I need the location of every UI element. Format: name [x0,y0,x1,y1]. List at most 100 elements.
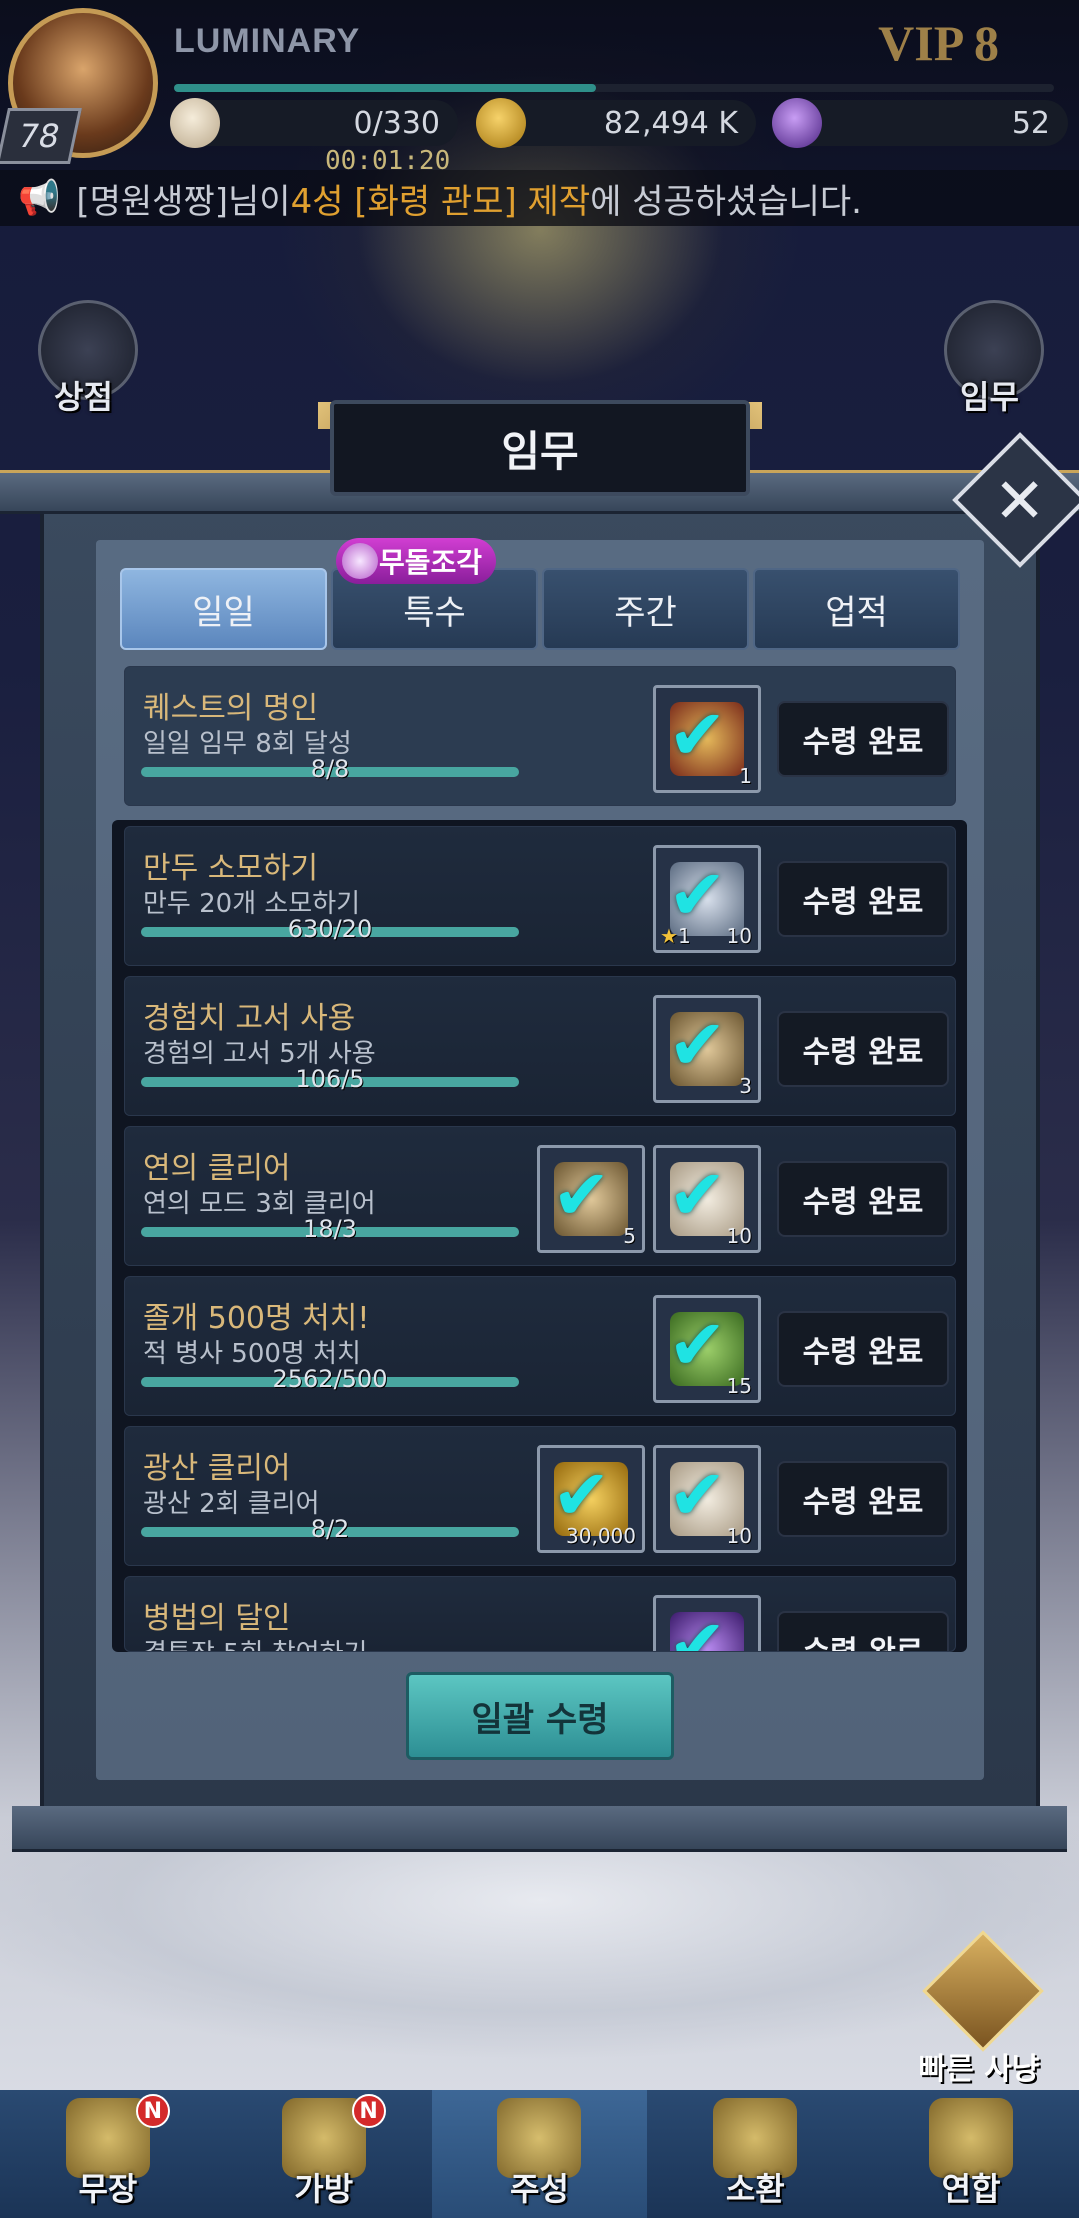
eye-orb-icon [342,543,378,579]
check-icon: ✔ [668,694,727,776]
tab-daily[interactable]: 일일 [120,568,327,650]
quest-progress-text: 2562/500 [272,1365,388,1393]
bulk-claim-button[interactable]: 일괄 수령 [406,1672,674,1760]
gold-value: 82,494 K [603,105,738,141]
nav-general[interactable]: N 무장 [0,2090,216,2218]
tab-weekly[interactable]: 주간 [542,568,749,650]
dumpling-icon [170,98,220,148]
tab-badge: 무돌조각 [336,538,496,584]
quick-hunt-label: 빠른 사냥 [918,2052,1040,2087]
nav-label: 소환 [725,2170,785,2208]
gem-icon [772,98,822,148]
reward-quantity: 30,000 [566,1524,636,1548]
quest-title: 연의 클리어 [143,1151,291,1186]
reward-quantity: 10 [726,1224,752,1248]
quick-hunt-button[interactable]: 빠른 사냥 [904,1930,1054,2090]
reward-quantity: 1 [739,764,752,788]
reward-slot[interactable]: ✔ 3 [653,995,761,1103]
mission-side-label: 임무 [960,378,1019,416]
reward-quantity: 3 [739,1074,752,1098]
stamina-value: 0/330 [353,105,440,141]
reward-quantity: 10 [726,924,752,948]
bottom-nav: N 무장 N 가방 주성 소환 연합 [0,2090,1079,2218]
level-text: 78 [14,117,64,155]
check-icon: ✔ [668,1604,727,1652]
vip-badge[interactable]: VIP 8 [878,14,999,72]
close-icon: ✕ [994,463,1046,537]
quest-row: 경험치 고서 사용 경험의 고서 5개 사용 106/5 수령 완료 ✔ 3 [124,976,956,1116]
nav-label: 주성 [510,2170,569,2208]
claim-button[interactable]: 수령 완료 [777,1461,949,1537]
player-name: LUMINARY [174,22,361,60]
nav-alliance[interactable]: 연합 [863,2090,1079,2218]
tab-badge-text: 무돌조각 [378,546,482,579]
claim-button[interactable]: 수령 완료 [777,1611,949,1651]
nav-bag[interactable]: N 가방 [216,2090,432,2218]
quest-title: 광산 클리어 [143,1451,291,1486]
megaphone-icon: 📢 [18,178,61,218]
quest-title: 병법의 달인 [143,1601,291,1636]
modal-bottom-bar [12,1806,1067,1852]
reward-slot[interactable]: ✔ 15 [653,1295,761,1403]
check-icon: ✔ [668,1454,727,1536]
nav-castle[interactable]: 주성 [431,2090,648,2218]
reward-slot[interactable]: ✔ 30,000 [537,1445,645,1553]
quest-progress-text: 8/2 [310,1515,350,1543]
reward-quantity: 15 [726,1374,752,1398]
quest-row: 연의 클리어 연의 모드 3회 클리어 18/3 수령 완료 ✔ 5 ✔ 10 [124,1126,956,1266]
claim-button[interactable]: 수령 완료 [777,701,949,777]
check-icon: ✔ [668,1004,727,1086]
quest-row: 만두 소모하기 만두 20개 소모하기 630/20 수령 완료 ✔ 10 ★1 [124,826,956,966]
exp-bar-fill [174,84,597,92]
new-badge: N [135,2094,170,2128]
tab-bar: 일일 특수 주간 업적 [120,568,960,650]
nav-summon[interactable]: 소환 [647,2090,863,2218]
check-icon: ✔ [668,1154,727,1236]
new-badge: N [351,2094,386,2128]
exp-bar [174,84,1054,92]
quest-title: 퀘스트의 명인 [143,691,319,726]
claim-button[interactable]: 수령 완료 [777,1161,949,1237]
gem-value: 52 [1011,105,1050,141]
nav-label: 무장 [78,2170,138,2208]
check-icon: ✔ [552,1154,611,1236]
claim-button[interactable]: 수령 완료 [777,861,949,937]
star-count: 1 [677,924,691,948]
quest-progress-text: 18/3 [303,1215,357,1243]
quest-row: 졸개 500명 처치! 적 병사 500명 처치 2562/500 수령 완료 … [124,1276,956,1416]
gold-resource[interactable]: 82,494 K [476,98,756,148]
quest-row: 병법의 달인 결투장 5회 참여하기 수령 완료 ✔ [124,1576,956,1652]
quest-progress-text: 630/20 [287,915,373,943]
gold-coin-icon [476,98,526,148]
reward-slot[interactable]: ✔ [653,1595,761,1652]
notice-highlight: 4성 [화령 관모] 제작 [290,181,591,222]
reward-slot[interactable]: ✔ 1 [653,685,761,793]
level-badge: 78 [0,108,82,164]
notice-banner: 📢 [명원생짱]님이 4성 [화령 관모] 제작 에 성공하셨습니다. [0,170,1079,226]
nav-label: 연합 [941,2170,1001,2208]
quest-row: 퀘스트의 명인 일일 임무 8회 달성 8/8 수령 완료 ✔ 1 [124,666,956,806]
quest-title: 만두 소모하기 [143,851,319,886]
reward-slot[interactable]: ✔ 10 ★1 [653,845,761,953]
tab-achievement[interactable]: 업적 [753,568,960,650]
quest-description: 결투장 5회 참여하기 [143,1633,367,1651]
quest-row: 광산 클리어 광산 2회 클리어 8/2 수령 완료 ✔ 30,000 ✔ 10 [124,1426,956,1566]
gem-resource[interactable]: 52 [772,98,1068,148]
notice-pre: [명원생짱]님이 [76,181,291,222]
shop-label: 상점 [54,378,113,416]
reward-slot[interactable]: ✔ 10 [653,1145,761,1253]
treasure-chest-icon [922,1930,1044,2052]
quest-progress-text: 106/5 [295,1065,365,1093]
reward-slot[interactable]: ✔ 10 [653,1445,761,1553]
reward-quantity: 10 [726,1524,752,1548]
stamina-resource[interactable]: 0/330 [170,98,458,148]
quest-title: 경험치 고서 사용 [143,1001,356,1036]
notice-post: 에 성공하셨습니다. [590,181,862,222]
claim-button[interactable]: 수령 완료 [777,1011,949,1087]
star-icon: ★1 [660,924,691,948]
quest-title: 졸개 500명 처치! [143,1301,370,1336]
modal-title: 임무 [330,400,750,496]
claim-button[interactable]: 수령 완료 [777,1311,949,1387]
reward-slot[interactable]: ✔ 5 [537,1145,645,1253]
check-icon: ✔ [668,1304,727,1386]
